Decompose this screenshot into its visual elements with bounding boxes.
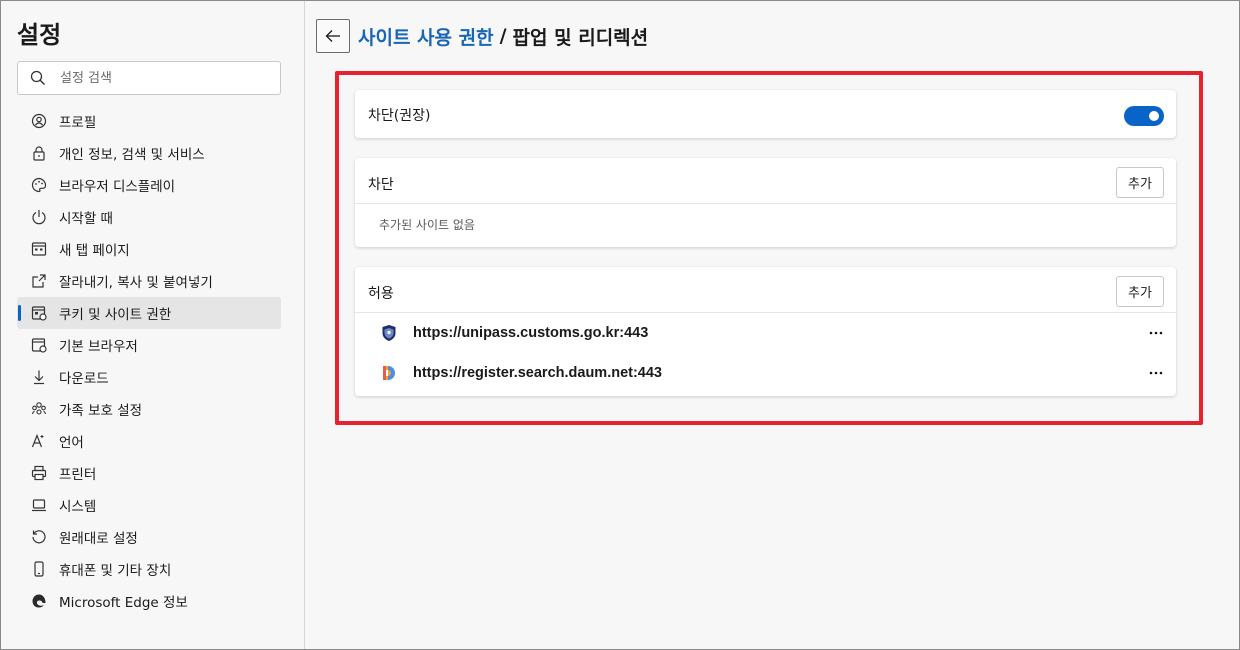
list-item: https://unipass.customs.go.kr:443 — [355, 313, 1176, 353]
sidebar-item-label: 잘라내기, 복사 및 붙여넣기 — [59, 275, 213, 291]
lock-icon — [31, 145, 47, 161]
empty-list-text: 추가된 사이트 없음 — [379, 218, 475, 232]
search-input[interactable] — [60, 70, 260, 86]
sidebar-item-about[interactable]: Microsoft Edge 정보 — [17, 585, 281, 617]
block-section-title: 차단 — [368, 177, 394, 193]
arrow-left-icon — [325, 30, 340, 42]
main-content: 사이트 사용 권한 / 팝업 및 리디렉션 차단(권장) 차단 추가 추가된 사… — [306, 1, 1239, 649]
block-list-card: 차단 추가 추가된 사이트 없음 — [355, 158, 1176, 247]
sidebar-item-system[interactable]: 시스템 — [17, 489, 281, 521]
sidebar-item-label: 다운로드 — [59, 371, 109, 387]
back-button[interactable] — [316, 19, 350, 53]
sidebar-item-share[interactable]: 잘라내기, 복사 및 붙여넣기 — [17, 265, 281, 297]
breadcrumb: 사이트 사용 권한 / 팝업 및 리디렉션 — [316, 19, 648, 53]
power-icon — [31, 209, 47, 225]
site-url: https://register.search.daum.net:443 — [413, 365, 662, 381]
sidebar-item-label: 휴대폰 및 기타 장치 — [59, 563, 172, 579]
sidebar-nav: 프로필 개인 정보, 검색 및 서비스 브라우저 디스플레이 시작할 때 새 탭… — [17, 105, 281, 617]
browser-icon — [31, 337, 47, 353]
family-icon — [31, 401, 47, 417]
sidebar-item-label: 언어 — [59, 435, 84, 451]
sidebar-item-cookies[interactable]: 쿠키 및 사이트 권한 — [17, 297, 281, 329]
allow-list-card: 허용 추가 https://unipass.customs.go.kr:443 … — [355, 267, 1176, 396]
sidebar-item-label: 시스템 — [59, 499, 97, 515]
edge-icon — [31, 593, 47, 609]
list-item: https://register.search.daum.net:443 — [355, 353, 1176, 393]
sidebar-item-label: 새 탭 페이지 — [59, 243, 130, 259]
sidebar-item-startup[interactable]: 시작할 때 — [17, 201, 281, 233]
customs-shield-icon — [382, 325, 396, 341]
reset-icon — [31, 529, 47, 545]
breadcrumb-parent-link[interactable]: 사이트 사용 권한 — [358, 23, 494, 50]
sidebar-item-label: 시작할 때 — [59, 211, 113, 227]
add-block-site-button[interactable]: 추가 — [1116, 167, 1164, 198]
download-icon — [31, 369, 47, 385]
sidebar-title: 설정 — [17, 21, 62, 49]
sidebar-item-profile[interactable]: 프로필 — [17, 105, 281, 137]
palette-icon — [31, 177, 47, 193]
page-title: 팝업 및 리디렉션 — [512, 26, 649, 49]
sidebar-item-label: 개인 정보, 검색 및 서비스 — [59, 147, 205, 163]
share-icon — [31, 273, 47, 289]
more-icon — [1149, 331, 1163, 335]
sidebar-item-languages[interactable]: 언어 — [17, 425, 281, 457]
language-icon — [31, 433, 47, 449]
sidebar-item-label: 브라우저 디스플레이 — [59, 179, 176, 195]
sidebar-item-label: 기본 브라우저 — [59, 339, 138, 355]
more-actions-button[interactable] — [1146, 323, 1166, 343]
sidebar-item-downloads[interactable]: 다운로드 — [17, 361, 281, 393]
sidebar-item-label: Microsoft Edge 정보 — [59, 595, 188, 611]
block-toggle-switch[interactable] — [1124, 106, 1164, 126]
profile-icon — [31, 113, 47, 129]
printer-icon — [31, 465, 47, 481]
phone-icon — [31, 561, 47, 577]
sidebar-item-label: 프린터 — [59, 467, 97, 483]
divider — [355, 203, 1176, 204]
laptop-icon — [31, 497, 47, 513]
site-url: https://unipass.customs.go.kr:443 — [413, 325, 649, 341]
sidebar-item-reset[interactable]: 원래대로 설정 — [17, 521, 281, 553]
breadcrumb-separator: / — [499, 25, 507, 47]
cookie-permissions-icon — [31, 305, 47, 321]
search-icon — [30, 70, 45, 85]
sidebar-item-label: 원래대로 설정 — [59, 531, 138, 547]
daum-icon — [383, 366, 395, 380]
grid-icon — [31, 241, 47, 257]
sidebar-item-label: 쿠키 및 사이트 권한 — [59, 307, 172, 323]
sidebar-item-printers[interactable]: 프린터 — [17, 457, 281, 489]
allow-section-title: 허용 — [368, 286, 394, 302]
block-toggle-label: 차단(권장) — [368, 108, 431, 124]
sidebar-item-phone[interactable]: 휴대폰 및 기타 장치 — [17, 553, 281, 585]
sidebar-item-label: 가족 보호 설정 — [59, 403, 143, 419]
more-icon — [1149, 371, 1163, 375]
sidebar-item-label: 프로필 — [59, 115, 97, 131]
search-box[interactable] — [17, 61, 281, 95]
sidebar: 설정 프로필 개인 정보, 검색 및 서비스 브라우저 디스플레이 — [1, 1, 305, 649]
sidebar-item-appearance[interactable]: 브라우저 디스플레이 — [17, 169, 281, 201]
sidebar-item-default-browser[interactable]: 기본 브라우저 — [17, 329, 281, 361]
add-allow-site-button[interactable]: 추가 — [1116, 276, 1164, 307]
sidebar-item-family[interactable]: 가족 보호 설정 — [17, 393, 281, 425]
sidebar-item-privacy[interactable]: 개인 정보, 검색 및 서비스 — [17, 137, 281, 169]
sidebar-item-new-tab[interactable]: 새 탭 페이지 — [17, 233, 281, 265]
more-actions-button[interactable] — [1146, 363, 1166, 383]
block-toggle-card: 차단(권장) — [355, 90, 1176, 138]
